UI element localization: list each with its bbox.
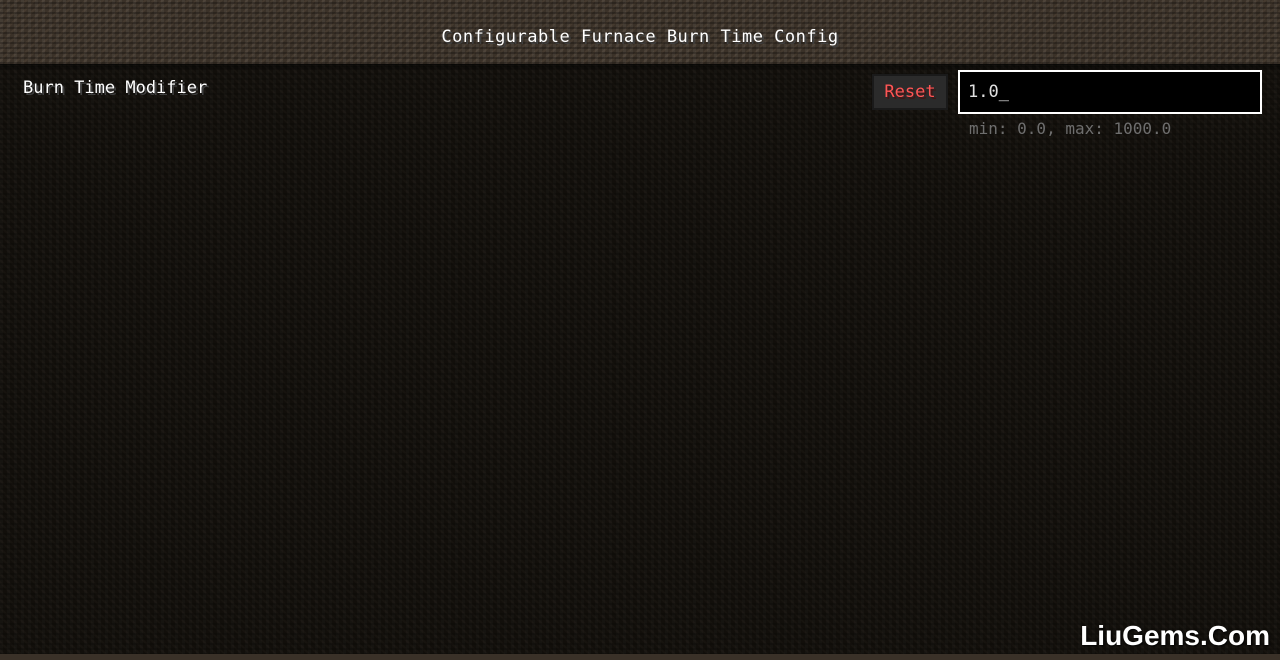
config-entry-list[interactable] (0, 66, 1280, 654)
screen-header: Configurable Furnace Burn Time Config (0, 0, 1280, 64)
burn-time-modifier-label: Burn Time Modifier (23, 78, 208, 98)
reset-button[interactable]: Reset (872, 74, 948, 110)
range-hint: min: 0.0, max: 1000.0 (969, 119, 1172, 138)
input-value: 1.0_ (968, 82, 1009, 102)
reset-button-label: Reset (884, 82, 936, 102)
watermark-logo: LiuGems.Com (1080, 620, 1270, 651)
footer-border (0, 654, 1280, 660)
burn-time-modifier-input[interactable]: 1.0_ (958, 70, 1262, 114)
page-title: Configurable Furnace Burn Time Config (441, 27, 839, 47)
